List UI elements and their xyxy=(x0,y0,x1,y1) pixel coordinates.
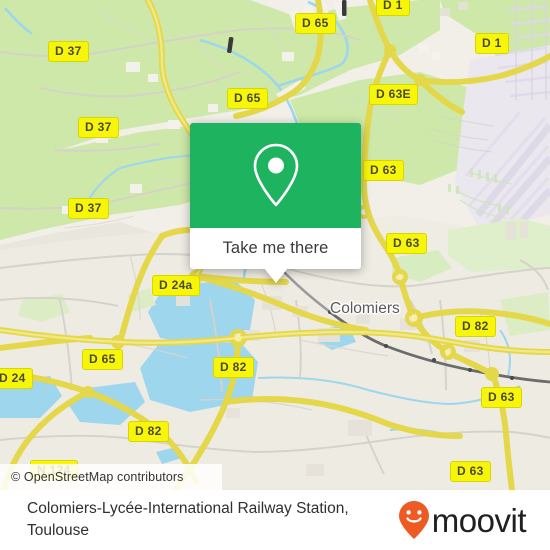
take-me-there-label: Take me there xyxy=(222,239,329,257)
road-shield: D 63E xyxy=(369,84,418,105)
popup-pointer-tail xyxy=(264,268,288,283)
road-shield: D 37 xyxy=(68,198,109,219)
road-shield: D 63 xyxy=(363,160,404,181)
road-shield: D 65 xyxy=(227,88,268,109)
road-shield: D 82 xyxy=(213,357,254,378)
footer-bar: Colomiers-Lycée-International Railway St… xyxy=(0,490,550,550)
road-shield: D 37 xyxy=(48,41,89,62)
road-shield: D 82 xyxy=(455,316,496,337)
road-shield: D 65 xyxy=(82,349,123,370)
popup-image-panel xyxy=(190,123,361,228)
take-me-there-button[interactable]: Take me there xyxy=(190,228,361,269)
road-shield: D 63 xyxy=(450,461,491,482)
map-canvas[interactable]: Colomiers D 37 D 37 D 37 D 65 D 65 D 1 D… xyxy=(0,0,550,490)
map-pin-icon xyxy=(253,143,298,206)
road-shield: D 1 xyxy=(376,0,410,16)
screenshot-root: Colomiers D 37 D 37 D 37 D 65 D 65 D 1 D… xyxy=(0,0,550,550)
road-shield: D 24a xyxy=(152,275,200,296)
attribution-text: © OpenStreetMap contributors xyxy=(11,470,184,484)
road-shield: D 37 xyxy=(78,117,119,138)
road-shield: D 24 xyxy=(0,368,33,389)
road-shield: D 63 xyxy=(386,233,427,254)
road-shield: D 65 xyxy=(295,13,336,34)
place-label-colomiers: Colomiers xyxy=(330,300,400,317)
map-attribution[interactable]: © OpenStreetMap contributors xyxy=(0,464,222,490)
road-shield: D 82 xyxy=(128,421,169,442)
location-popup-card[interactable]: Take me there xyxy=(190,123,361,283)
road-shield: D 1 xyxy=(475,33,509,54)
moovit-logo[interactable]: moovit xyxy=(398,500,538,540)
page-title: Colomiers-Lycée-International Railway St… xyxy=(27,500,349,539)
road-shield: D 63 xyxy=(481,387,522,408)
moovit-pin-smiley-icon xyxy=(398,501,429,539)
moovit-wordmark: moovit xyxy=(431,501,527,539)
